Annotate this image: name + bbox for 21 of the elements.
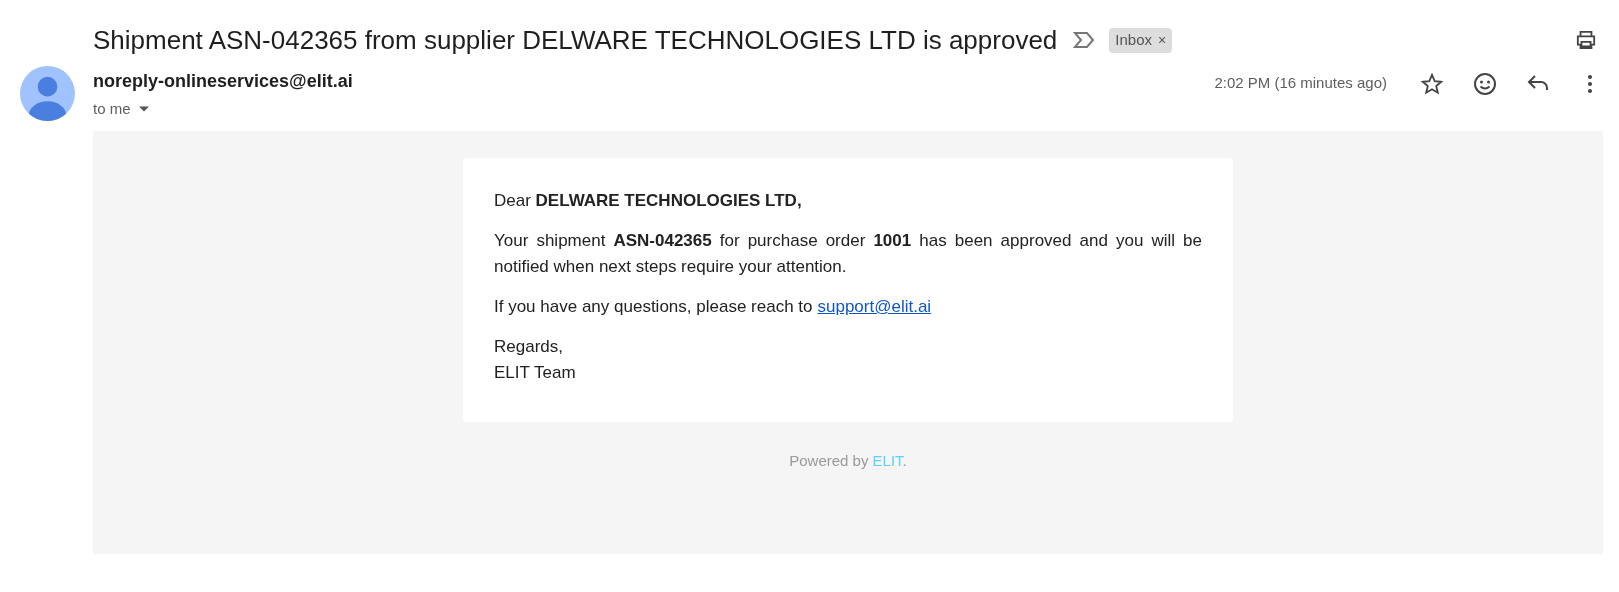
signoff-line: ELIT Team — [494, 362, 577, 384]
message-paragraph: Your shipment ASN-042365 for purchase order 1001 has been approved and you will be notified when next steps require your attention. — [494, 230, 1202, 278]
more-options-icon[interactable] — [1587, 74, 1593, 94]
emoji-icon[interactable] — [1473, 72, 1497, 96]
avatar-icon — [20, 66, 75, 121]
reply-icon[interactable] — [1527, 74, 1549, 92]
greeting: Dear DELWARE TECHNOLOGIES LTD, — [494, 190, 803, 212]
print-icon[interactable] — [1575, 30, 1597, 50]
inbox-label: Inbox × — [1109, 27, 1173, 53]
star-icon[interactable] — [1421, 73, 1443, 95]
message-paragraph: If you have any questions, please reach to — [494, 296, 813, 318]
recipient-dropdown[interactable]: to me — [93, 98, 353, 121]
sender-email: noreply-onlineservices@elit.ai — [93, 70, 353, 93]
caret-icon — [138, 106, 149, 113]
signoff-line: Regards, — [494, 336, 564, 358]
powered-by-footer: Powered by ELIT. — [789, 450, 907, 473]
remove-label-button[interactable]: × — [1158, 29, 1167, 51]
importance-marker-icon[interactable] — [1073, 31, 1096, 49]
email-time: 2:02 PM (16 minutes ago) — [1214, 73, 1387, 93]
email-subject: Shipment ASN-042365 from supplier DELWARE TECHNOLOGIES LTD is approved — [93, 23, 1058, 57]
support-email-link[interactable]: support@elit.ai — [817, 294, 932, 320]
